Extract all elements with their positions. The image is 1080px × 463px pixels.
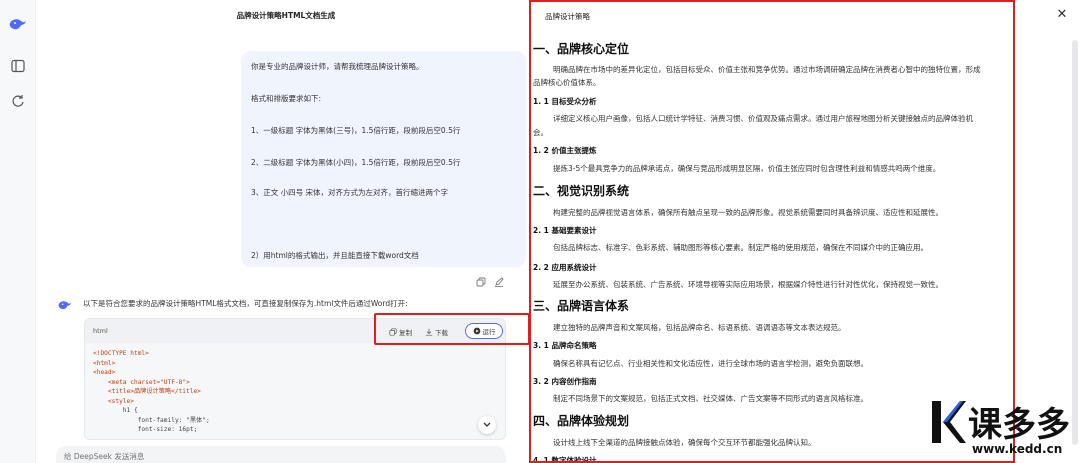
code-line: <head>: [93, 369, 116, 376]
doc-heading-2: 3. 2 内容创作指南: [533, 377, 597, 386]
message-input[interactable]: [64, 452, 364, 461]
code-content: <!DOCTYPE html> <html> <head> <meta char…: [93, 349, 210, 435]
new-chat-icon[interactable]: [9, 92, 27, 110]
watermark-logo: 课多多 www.kedd.cn: [930, 395, 1080, 463]
copy-icon[interactable]: [476, 272, 486, 287]
doc-heading-2: 4. 1 数字体验设计: [533, 456, 597, 463]
chat-title: 品牌设计策略HTML文档生成: [236, 11, 336, 20]
code-line: <style>: [93, 397, 134, 405]
doc-heading-2: 2. 1 基础要素设计: [533, 226, 597, 235]
assistant-message-text: 以下是符合您要求的品牌设计策略HTML格式文档，可直接复制保存为.html文件后…: [83, 299, 408, 308]
copy-code-label: 复制: [399, 328, 412, 337]
code-line: <html>: [93, 359, 116, 367]
user-message-line: 格式和排版要求如下:: [251, 94, 322, 103]
user-message: 你是专业的品牌设计师，请帮我梳理品牌设计策略。 格式和排版要求如下: 1、一级标…: [241, 51, 526, 267]
doc-paragraph: 会。: [533, 128, 548, 137]
doc-paragraph: 设计线上线下全渠道的品牌接触点体验，确保每个交互环节都能强化品牌认知。: [553, 438, 816, 447]
message-actions: [476, 272, 506, 287]
app-window: 品牌设计策略HTML文档生成 你是专业的品牌设计师，请帮我梳理品牌设计策略。 格…: [0, 0, 1080, 463]
copy-icon: [389, 327, 397, 336]
code-line: <title>品牌设计策略</title>: [93, 388, 201, 395]
doc-paragraph: 明确品牌在市场中的差异化定位，包括目标受众、价值主张和竞争优势。通过市场调研确定…: [553, 65, 981, 74]
doc-heading-2: 2. 2 应用系统设计: [533, 263, 597, 272]
copy-code-button[interactable]: 复制: [389, 325, 412, 338]
doc-heading-1: 三、品牌语言体系: [533, 299, 630, 313]
user-message-line: 3、正文 小四号 宋体，对齐方式为左对齐，首行缩进两个字: [251, 188, 449, 197]
sidebar-toggle-icon[interactable]: [9, 57, 27, 75]
code-line: font-family: "黑体";: [93, 416, 210, 424]
doc-paragraph: 构建完整的品牌视觉语言体系，确保所有触点呈现一致的品牌形象。视觉系统需要同时具备…: [553, 208, 943, 217]
doc-paragraph: 提炼3-5个最具竞争力的品牌承诺点，确保与竞品形成明显区隔，价值主张应同时包含理…: [553, 164, 941, 173]
code-language-label: html: [93, 327, 108, 335]
download-button[interactable]: 下载: [425, 325, 448, 338]
doc-paragraph: 详细定义核心用户画像，包括人口统计学特征、消费习惯、价值观及痛点需求。通过用户旅…: [553, 114, 973, 123]
doc-paragraph: 延展至办公系统、包装系统、广告系统、环境导视等实际应用场景，根据媒介特性进行针对…: [553, 280, 943, 289]
preview-scrollbar[interactable]: [1072, 40, 1078, 445]
doc-paragraph: 建立独特的品牌声音和文案风格，包括品牌命名、标语系统、语调语态等文本表达规范。: [553, 323, 846, 332]
play-icon: [473, 327, 480, 335]
chevron-down-icon: [483, 422, 491, 427]
doc-heading-2: 3. 1 品牌命名策略: [533, 341, 597, 350]
download-label: 下载: [435, 328, 448, 337]
code-line: font-size: 16pt;: [93, 426, 198, 433]
chat-panel: 品牌设计策略HTML文档生成 你是专业的品牌设计师，请帮我梳理品牌设计策略。 格…: [36, 0, 530, 463]
doc-heading-2: 1. 1 目标受众分析: [533, 97, 597, 106]
doc-heading-1: 二、视觉识别系统: [533, 184, 630, 198]
code-block-header: html 复制 下载 运行: [85, 319, 505, 343]
watermark-brand: 课多多: [968, 405, 1070, 445]
user-message-line: 2）用html的格式输出，并且能直接下载word文档: [251, 251, 419, 260]
watermark-k-icon: [932, 401, 966, 443]
doc-paragraph: 品牌核心价值体系。: [533, 78, 601, 87]
code-line: <!DOCTYPE html>: [93, 350, 149, 357]
run-label: 运行: [482, 328, 496, 336]
message-composer[interactable]: [56, 446, 506, 463]
user-message-line: 你是专业的品牌设计师，请帮我梳理品牌设计策略。: [251, 62, 424, 71]
doc-heading-1: 四、品牌体验规划: [533, 414, 630, 428]
user-message-line: 2、二级标题 字体为黑体(小四)，1.5倍行距，段前段后空0.5行: [251, 158, 461, 167]
scroll-down-button[interactable]: [478, 416, 496, 434]
run-button[interactable]: 运行: [465, 323, 503, 339]
watermark-url: www.kedd.cn: [972, 442, 1063, 456]
preview-document[interactable]: 一、品牌核心定位 明确品牌在市场中的差异化定位，包括目标受众、价值主张和竞争优势…: [533, 0, 1073, 463]
edit-icon[interactable]: [494, 272, 504, 287]
code-line: h1 {: [93, 407, 138, 414]
doc-paragraph: 制定不同场景下的文案规范，包括正式文档、社交媒体、广告文案等不同形式的语言风格标…: [553, 394, 868, 403]
doc-paragraph: 确保名称具有记忆点、行业相关性和文化适应性，进行全球市场的语言学检测，避免负面联…: [553, 359, 868, 368]
code-line: <meta charset="UTF-8">: [93, 378, 190, 386]
doc-heading-1: 一、品牌核心定位: [533, 42, 630, 56]
doc-heading-2: 1. 2 价值主张提炼: [533, 146, 597, 155]
html-preview-panel: 品牌设计策略 ✕ 一、品牌核心定位 明确品牌在市场中的差异化定位，包括目标受众、…: [530, 0, 1080, 463]
assistant-avatar-icon: [58, 296, 72, 310]
deepseek-logo-icon[interactable]: [9, 15, 27, 33]
user-message-line: 1、一级标题 字体为黑体(三号)，1.5倍行距，段前段后空0.5行: [251, 126, 461, 135]
download-icon: [425, 328, 433, 336]
sidebar-rail: [0, 0, 36, 463]
doc-paragraph: 包括品牌标志、标准字、色彩系统、辅助图形等核心要素。制定严格的使用规范，确保在不…: [553, 243, 928, 252]
code-block: html 复制 下载 运行 <!DOCTYPE html> <html> <he…: [84, 318, 506, 440]
